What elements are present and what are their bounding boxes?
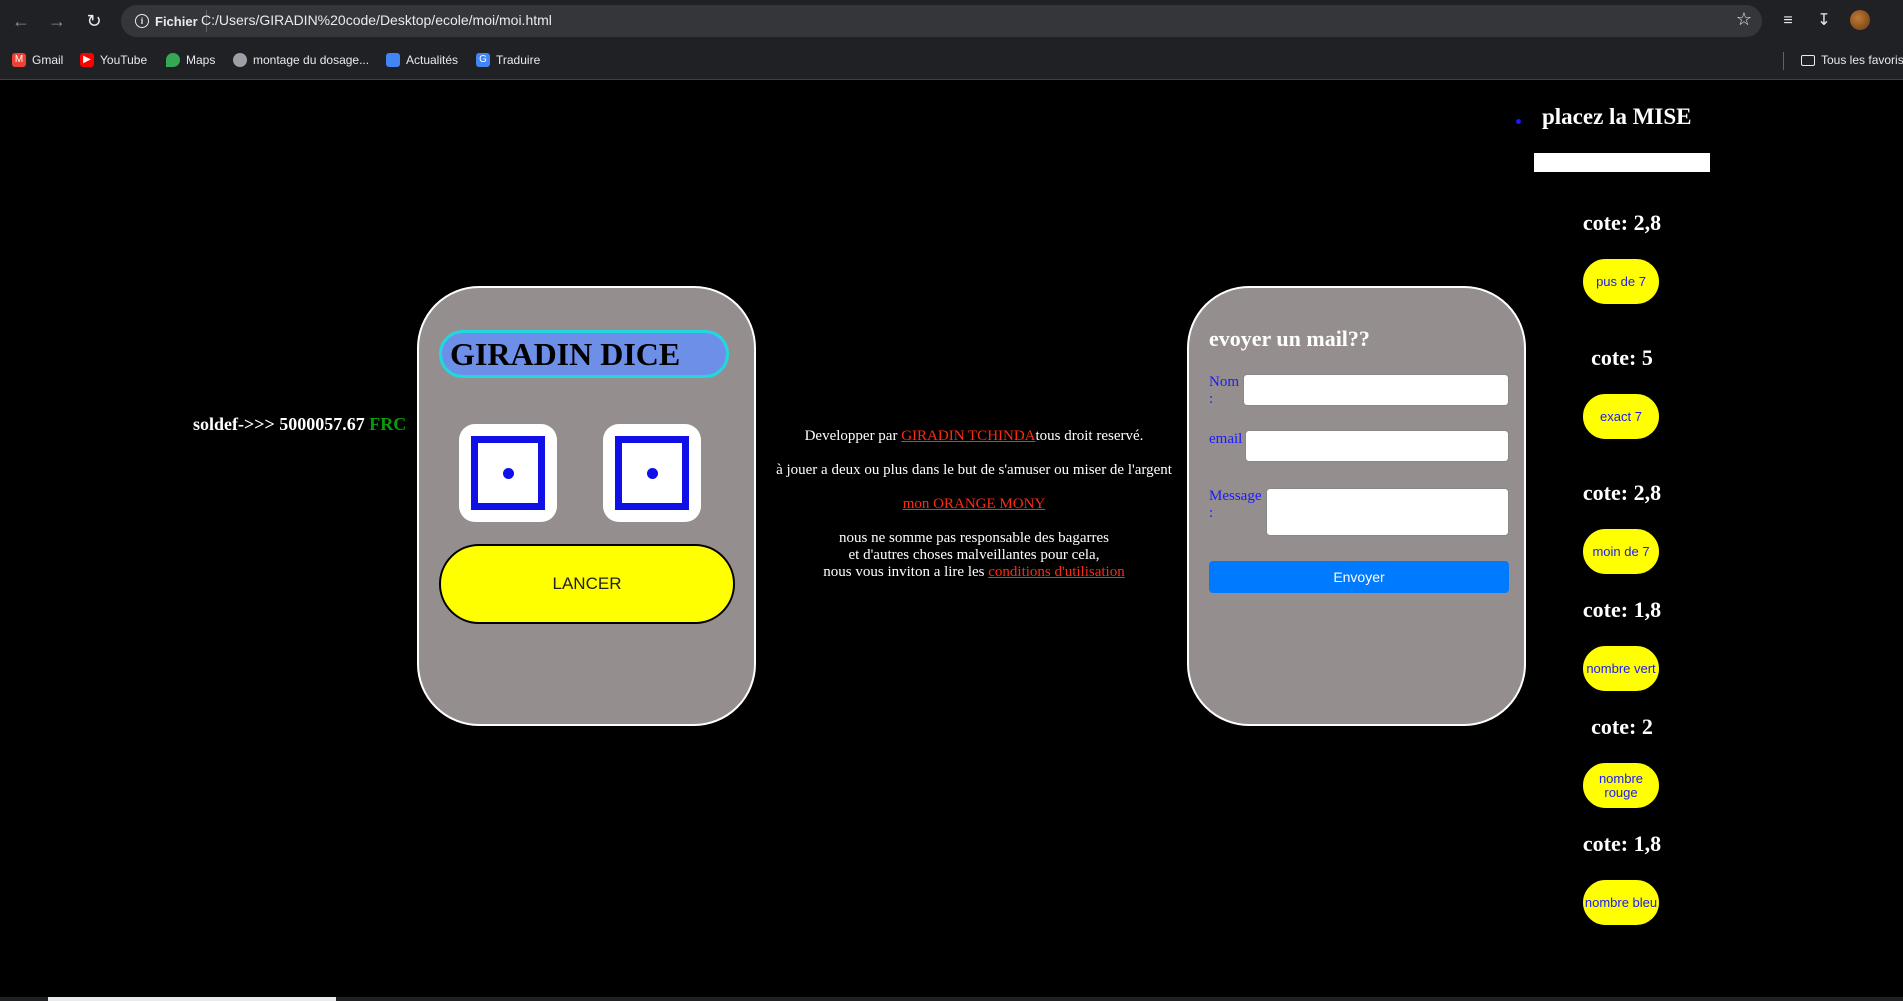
odds-label: cote: 5 (1591, 345, 1653, 370)
bet-green-button[interactable]: nombre vert (1582, 645, 1660, 692)
odds-label: cote: 1,8 (1582, 831, 1662, 856)
address-bar[interactable]: i Fichier C:/Users/GIRADIN%20code/Deskto… (121, 5, 1762, 37)
browser-toolbar: ← → ↻ i Fichier C:/Users/GIRADIN%20code/… (0, 0, 1903, 42)
site-info-chip[interactable]: i Fichier (131, 10, 207, 32)
disclaimer-line-1: nous ne somme pas responsable des bagarr… (839, 530, 1109, 546)
info-icon: i (135, 14, 149, 28)
odds-label: cote: 2 (1591, 714, 1653, 739)
currency-label: FRC (369, 414, 407, 434)
balance-text: soldef->>> 5000057.67 (193, 414, 365, 434)
bet-red-button[interactable]: nombre rouge (1582, 762, 1660, 809)
forward-arrow-icon[interactable]: → (46, 10, 68, 32)
bookmark-youtube[interactable]: ▶ YouTube (80, 51, 147, 69)
bookmark-label: YouTube (100, 53, 148, 67)
news-icon (386, 53, 400, 67)
bookmark-label: Tous les favoris (1821, 53, 1903, 67)
die-pip (502, 467, 514, 479)
dice-title: GIRADIN DICE (439, 330, 729, 378)
orange-money-link[interactable]: mon ORANGE MONY (903, 496, 1046, 512)
bookmark-label: Actualités (406, 53, 459, 67)
email-label: email (1209, 431, 1243, 447)
back-arrow-icon[interactable]: ← (10, 10, 32, 32)
maps-icon (166, 53, 180, 67)
bet-more-than-7-button[interactable]: pus de 7 (1582, 258, 1660, 305)
download-icon[interactable]: ↧ (1812, 9, 1836, 33)
die-face-icon (615, 436, 689, 510)
bookmark-label: Gmail (32, 53, 64, 67)
name-field[interactable] (1243, 374, 1509, 406)
reload-icon[interactable]: ↻ (83, 10, 105, 32)
disclaimer-line-2: et d'autres choses malveillantes pour ce… (848, 547, 1100, 563)
bookmark-all-folder[interactable]: Tous les favoris (1801, 51, 1903, 69)
bet-blue-button[interactable]: nombre bleu (1582, 879, 1660, 926)
name-label: Nom : (1209, 374, 1239, 407)
bookmarks-separator (1783, 52, 1784, 70)
message-textarea[interactable] (1266, 488, 1509, 536)
dev-prefix: Developper par (804, 428, 902, 444)
tagline: à jouer a deux ou plus dans le but de s'… (776, 462, 1172, 478)
dev-suffix: tous droit reservé. (1035, 428, 1144, 444)
bookmarks-bar: M Gmail ▶ YouTube Maps montage du dosage… (0, 42, 1903, 80)
bookmark-montage[interactable]: montage du dosage... (233, 51, 369, 69)
die-1 (459, 424, 557, 522)
developer-link[interactable]: GIRADIN TCHINDA (901, 428, 1035, 444)
odds-label: cote: 2,8 (1582, 480, 1662, 505)
message-label: Message : (1209, 488, 1262, 521)
bookmark-actualites[interactable]: Actualités (386, 51, 458, 69)
conditions-link[interactable]: conditions d'utilisation (988, 564, 1124, 580)
disclaimer-line-3: nous vous inviton a lire les (823, 564, 989, 580)
send-button[interactable]: Envoyer (1209, 561, 1509, 593)
odds-label: cote: 2,8 (1582, 210, 1662, 235)
folder-icon (1801, 54, 1815, 66)
reading-list-icon[interactable]: ≡ (1776, 9, 1800, 33)
bookmark-traduire[interactable]: G Traduire (476, 51, 540, 69)
bookmark-label: Maps (186, 53, 216, 67)
profile-avatar[interactable] (1850, 10, 1870, 30)
balance-display: soldef->>> 5000057.67 FRC (193, 414, 406, 435)
bullet-icon (1516, 119, 1521, 124)
bet-amount-input[interactable] (1534, 153, 1710, 172)
dice-panel: GIRADIN DICE LANCER (417, 286, 756, 726)
roll-button[interactable]: LANCER (439, 544, 735, 624)
info-text-block: Developper par GIRADIN TCHINDAtous droit… (760, 428, 1188, 581)
bet-exact-7-button[interactable]: exact 7 (1582, 393, 1660, 440)
mail-panel: evoyer un mail?? Nom : email Message : E… (1187, 286, 1526, 726)
die-2 (603, 424, 701, 522)
url-text[interactable]: C:/Users/GIRADIN%20code/Desktop/ecole/mo… (201, 12, 552, 28)
bookmark-label: Traduire (496, 53, 541, 67)
bet-column: placez la MISE cote: 2,8 pus de 7 cote: … (1500, 80, 1760, 980)
bet-less-than-7-button[interactable]: moin de 7 (1582, 528, 1660, 575)
odds-label: cote: 1,8 (1582, 597, 1662, 622)
site-info-label: Fichier (155, 13, 198, 29)
youtube-icon: ▶ (80, 53, 94, 67)
bet-title: placez la MISE (1542, 104, 1692, 129)
globe-icon (233, 53, 247, 67)
email-field[interactable] (1245, 430, 1509, 462)
die-pip (646, 467, 658, 479)
bookmark-maps[interactable]: Maps (166, 51, 215, 69)
mail-title: evoyer un mail?? (1209, 326, 1370, 351)
die-face-icon (471, 436, 545, 510)
scrollbar-thumb[interactable] (48, 997, 336, 1001)
bookmark-label: montage du dosage... (253, 53, 370, 67)
translate-icon: G (476, 53, 490, 67)
gmail-icon: M (12, 53, 26, 67)
bookmark-gmail[interactable]: M Gmail (12, 51, 63, 69)
bookmark-star-icon[interactable]: ☆ (1736, 9, 1752, 30)
